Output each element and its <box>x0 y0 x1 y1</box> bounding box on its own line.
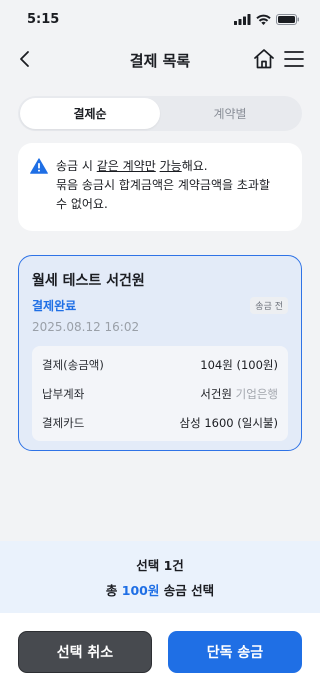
app-header: 결제 목록 <box>0 38 320 82</box>
notice-text: 송금 시 같은 계약만 가능해요. 묶음 송금시 합계금액은 계약금액을 초과할… <box>56 157 270 221</box>
status-bar: 5:15 <box>0 0 320 38</box>
notice-text-part: 송금 시 <box>56 159 97 173</box>
detail-label: 결제(송금액) <box>42 357 104 372</box>
back-button[interactable] <box>14 48 36 70</box>
detail-row-amount: 결제(송금액) 104원 (100원) <box>42 350 278 379</box>
single-transfer-button[interactable]: 단독 송금 <box>168 631 302 673</box>
payment-details: 결제(송금액) 104원 (100원) 납부계좌 서건원 기업은행 결제카드 삼… <box>32 346 288 441</box>
detail-value-text: 삼성 1600 (일시불) <box>179 415 278 430</box>
menu-button[interactable] <box>282 47 306 71</box>
warning-icon <box>30 158 48 174</box>
cancel-selection-button[interactable]: 선택 취소 <box>18 631 152 673</box>
total-suffix: 송금 선택 <box>159 583 215 598</box>
payment-status-row: 결제완료 송금 전 <box>32 297 288 314</box>
total-amount: 100원 <box>121 583 160 598</box>
detail-label: 납부계좌 <box>42 386 85 401</box>
detail-value: 삼성 1600 (일시불) <box>180 415 278 431</box>
menu-icon <box>284 51 304 67</box>
detail-value-text: 서건원 <box>200 386 236 401</box>
detail-value: 서건원 기업은행 <box>200 386 278 402</box>
home-icon <box>254 49 274 69</box>
wifi-icon <box>256 14 271 25</box>
detail-row-account: 납부계좌 서건원 기업은행 <box>42 379 278 408</box>
back-arrow-icon <box>20 51 29 67</box>
detail-value-text: 104원 (100원) <box>200 357 278 372</box>
notice-line-1: 송금 시 같은 계약만 가능해요. <box>56 157 270 176</box>
selection-count: 선택 1건 <box>136 558 184 573</box>
notice-text-part: 해요. <box>181 159 208 173</box>
payment-date: 2025.08.12 16:02 <box>32 320 140 334</box>
bank-name: 기업은행 <box>235 386 278 401</box>
selection-summary: 선택 1건 총 100원 송금 선택 <box>0 541 320 613</box>
notice-underline-same-contract: 같은 계약만 <box>96 159 156 173</box>
payment-card[interactable]: 월세 테스트 서건원 결제완료 송금 전 2025.08.12 16:02 결제… <box>18 255 302 451</box>
tab-payment-order[interactable]: 결제순 <box>20 98 160 129</box>
notice-box: 송금 시 같은 계약만 가능해요. 묶음 송금시 합계금액은 계약금액을 초과할… <box>18 143 302 231</box>
notice-line-3: 수 없어요. <box>56 197 108 211</box>
total-prefix: 총 <box>105 583 122 598</box>
sort-tabs: 결제순 계약별 <box>18 96 302 131</box>
detail-label: 결제카드 <box>42 415 85 430</box>
notice-line-2: 묶음 송금시 합계금액은 계약금액을 초과할 <box>56 178 270 192</box>
status-badge: 송금 전 <box>250 297 288 314</box>
tab-by-contract[interactable]: 계약별 <box>160 98 300 129</box>
page-title: 결제 목록 <box>129 51 191 70</box>
detail-row-card: 결제카드 삼성 1600 (일시불) <box>42 408 278 437</box>
bottom-action-bar: 선택 취소 단독 송금 <box>0 613 320 690</box>
payment-title: 월세 테스트 서건원 <box>32 273 145 289</box>
home-button[interactable] <box>252 47 276 71</box>
status-icons <box>234 13 300 25</box>
signal-icon <box>234 13 251 25</box>
battery-icon <box>276 13 299 25</box>
status-time: 5:15 <box>27 11 60 27</box>
notice-underline-possible: 가능 <box>159 159 182 173</box>
payment-status: 결제완료 <box>32 299 77 313</box>
selection-total: 총 100원 송금 선택 <box>106 580 214 599</box>
detail-value: 104원 (100원) <box>200 357 278 373</box>
